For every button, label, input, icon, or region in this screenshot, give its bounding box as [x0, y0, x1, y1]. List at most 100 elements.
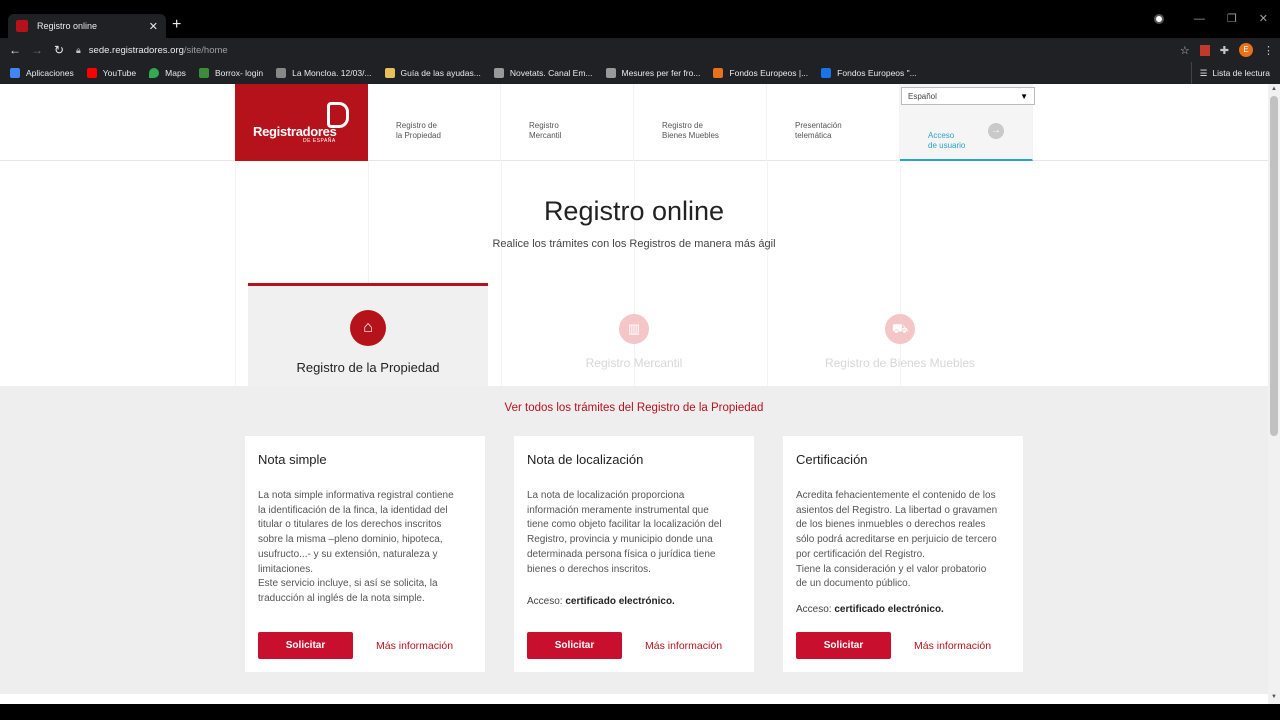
maps-pin-icon: [149, 68, 160, 78]
page-title: Registro online: [543, 196, 725, 226]
scroll-up-icon[interactable]: ▲: [1270, 86, 1278, 94]
forward-icon[interactable]: →: [26, 43, 48, 57]
window-controls: — ❐ ✕: [1153, 12, 1280, 25]
bookmark-star-icon[interactable]: ☆: [1180, 44, 1190, 57]
bookmark-item[interactable]: Guía de las ayudas...: [384, 68, 481, 78]
card-access: Acceso: certificado electrónico.: [796, 604, 944, 615]
url-path: /site/home: [183, 44, 228, 56]
nav-presentacion-telematica[interactable]: Presentación telemática: [767, 84, 900, 161]
mas-informacion-link[interactable]: Más información: [914, 640, 991, 652]
bookmark-item[interactable]: La Moncloa. 12/03/...: [276, 68, 372, 78]
card-access: Acceso: certificado electrónico.: [527, 596, 675, 607]
reading-list-label: Lista de lectura: [1212, 68, 1270, 78]
service-card-certificacion: Certificación Acredita fehacientemente e…: [783, 436, 1023, 672]
browser-tab[interactable]: Registro online ✕: [8, 14, 166, 38]
arrow-right-icon: →: [988, 123, 1004, 139]
bookmark-item[interactable]: Fondos Europeos "...: [821, 68, 917, 78]
bookmark-label: Fondos Europeos |...: [729, 68, 809, 78]
solicitar-button[interactable]: Solicitar: [258, 632, 353, 659]
scroll-down-icon[interactable]: ▼: [1270, 694, 1278, 702]
bookmark-item[interactable]: Fondos Europeos |...: [713, 68, 808, 78]
fondos-a-icon: [821, 68, 832, 78]
url-host: sede.registradores.org: [88, 44, 184, 56]
close-tab-icon[interactable]: ✕: [149, 20, 158, 33]
bookmark-label: Mesures per fer fro...: [621, 68, 701, 78]
mas-informacion-link[interactable]: Más información: [376, 640, 453, 652]
apps-grid-icon: [10, 68, 20, 78]
access-label: Acceso:: [796, 604, 835, 615]
bookmark-label: YouTube: [102, 68, 137, 78]
nav-registro-mercantil[interactable]: Registro Mercantil: [501, 84, 634, 161]
back-icon[interactable]: ←: [4, 43, 26, 57]
extensions-icon[interactable]: ✚: [1220, 44, 1229, 57]
bookmark-label: Guía de las ayudas...: [400, 68, 481, 78]
profile-avatar[interactable]: E: [1239, 43, 1253, 57]
bookmark-item[interactable]: Borrox- login: [198, 68, 264, 78]
car-icon: ⛟: [885, 314, 915, 344]
borrox-icon: [198, 68, 209, 78]
logo-subtext: DE ESPAÑA: [303, 138, 336, 144]
web-page: Registradores DE ESPAÑA Registro de la P…: [0, 84, 1268, 704]
building-icon: ▥: [619, 314, 649, 344]
registradores-logo[interactable]: Registradores DE ESPAÑA: [235, 84, 368, 161]
page-scrollbar[interactable]: ▲ ▼: [1268, 84, 1280, 704]
mas-informacion-link[interactable]: Más información: [645, 640, 722, 652]
caret-down-icon: ▼: [1020, 92, 1028, 101]
new-tab-icon[interactable]: +: [172, 17, 181, 33]
logo-text: Registradores: [253, 124, 337, 139]
access-label: Acceso:: [527, 596, 566, 607]
scroll-thumb[interactable]: [1270, 96, 1278, 436]
bottom-bar: [0, 704, 1280, 720]
minimize-icon[interactable]: —: [1194, 13, 1205, 25]
bookmark-label: Aplicaciones: [26, 68, 74, 78]
services-section: Ver todos los trámites del Registro de l…: [0, 386, 1268, 694]
site-favicon-icon: [16, 20, 28, 32]
card-title: Nota simple: [258, 452, 327, 467]
address-bar[interactable]: 🔒︎ sede.registradores.org /site/home: [76, 40, 1186, 60]
bookmarks-bar: Aplicaciones YouTube Maps Borrox- login …: [0, 62, 1280, 84]
tab-registro-propiedad[interactable]: ⌂ Registro de la Propiedad: [248, 283, 488, 387]
lock-icon[interactable]: 🔒︎: [76, 45, 81, 56]
bookmark-label: Novetats. Canal Em...: [509, 68, 593, 78]
novetats-icon: [493, 68, 504, 78]
media-icon[interactable]: [1153, 13, 1164, 24]
guia-icon: [384, 68, 395, 78]
card-body: Acredita fehacientemente el contenido de…: [796, 490, 998, 590]
service-card-nota-simple: Nota simple La nota simple informativa r…: [245, 436, 485, 672]
pdf-extension-icon[interactable]: [1199, 44, 1210, 56]
tab-registro-mercantil[interactable]: ▥ Registro Mercantil: [514, 283, 754, 387]
bookmark-label: Borrox- login: [214, 68, 264, 78]
solicitar-button[interactable]: Solicitar: [527, 632, 622, 659]
bookmark-item[interactable]: Mesures per fer fro...: [605, 68, 701, 78]
bookmark-item[interactable]: YouTube: [86, 68, 137, 78]
nav-registro-propiedad[interactable]: Registro de la Propiedad: [368, 84, 501, 161]
bookmark-item[interactable]: Maps: [149, 68, 186, 78]
restore-icon[interactable]: ❐: [1227, 12, 1237, 25]
bookmark-label: La Moncloa. 12/03/...: [292, 68, 372, 78]
menu-kebab-icon[interactable]: ⋮: [1263, 44, 1274, 57]
reload-icon[interactable]: ↻: [48, 43, 70, 57]
card-body: La nota simple informativa registral con…: [258, 490, 454, 604]
access-value: certificado electrónico.: [565, 596, 675, 607]
browser-toolbar: ← → ↻ 🔒︎ sede.registradores.org /site/ho…: [0, 38, 1280, 62]
tab-label: Registro Mercantil: [585, 356, 683, 370]
see-all-link[interactable]: Ver todos los trámites del Registro de l…: [0, 402, 1268, 414]
bookmark-item[interactable]: Aplicaciones: [10, 68, 74, 78]
tab-registro-bienes-muebles[interactable]: ⛟ Registro de Bienes Muebles: [780, 283, 1020, 387]
close-window-icon[interactable]: ✕: [1259, 12, 1268, 25]
youtube-icon: [86, 68, 97, 78]
tab-label: Registro de la Propiedad: [296, 360, 440, 375]
card-title: Certificación: [796, 452, 868, 467]
card-body: La nota de localización proporciona info…: [527, 490, 722, 575]
card-title: Nota de localización: [527, 452, 644, 467]
solicitar-button[interactable]: Solicitar: [796, 632, 891, 659]
fondos-icon: [713, 68, 724, 78]
service-card-nota-localizacion: Nota de localización La nota de localiza…: [514, 436, 754, 672]
nav-registro-bienes-muebles[interactable]: Registro de Bienes Muebles: [634, 84, 767, 161]
bookmark-item[interactable]: Novetats. Canal Em...: [493, 68, 593, 78]
site-header: Registradores DE ESPAÑA Registro de la P…: [0, 84, 1268, 161]
reading-list-button[interactable]: ☰ Lista de lectura: [1190, 62, 1270, 84]
mesures-icon: [605, 68, 616, 78]
language-select[interactable]: Español ▼: [901, 87, 1035, 105]
browser-tabstrip: Registro online ✕ + — ❐ ✕: [0, 0, 1280, 38]
